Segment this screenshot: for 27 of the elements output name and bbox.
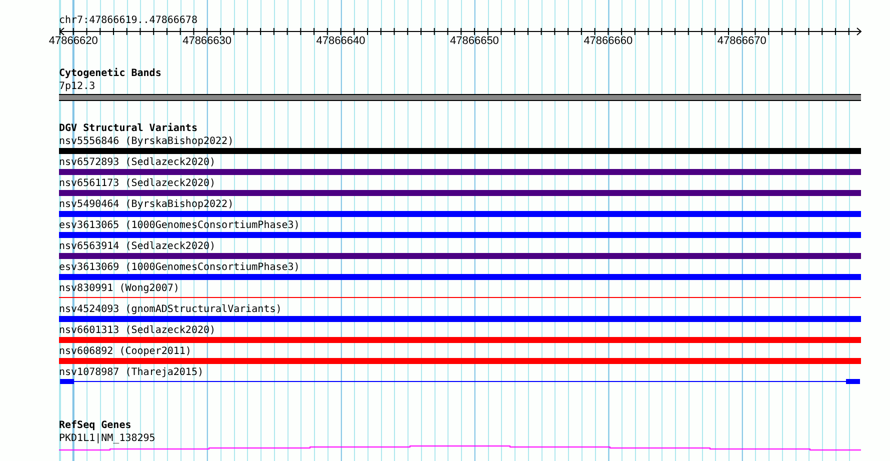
gene-line[interactable] [59,446,861,450]
ruler-label: 47866660 [584,35,633,47]
ruler-label: 47866630 [182,35,232,47]
ruler-label: 47866620 [48,35,98,47]
variant-label: nsv5556846 (ByrskaBishop2022) [59,135,234,148]
variant-label: nsv1078987 (Thareja2015) [59,366,204,379]
variant-label: nsv606892 (Cooper2011) [59,345,192,358]
variant-label: nsv6601313 (Sedlazeck2020) [59,324,216,337]
track-title: RefSeq Genes [59,420,132,432]
variant-label: nsv5490464 (ByrskaBishop2022) [59,198,234,211]
variant-label: esv3613065 (1000GenomesConsortiumPhase3) [59,219,300,232]
gene-label: PKD1L1|NM_138295 [59,432,156,445]
band-bar[interactable] [59,94,861,101]
ruler-label: 47866650 [450,35,499,47]
variant-label: nsv6563914 (Sedlazeck2020) [59,240,216,253]
band-label: 7p12.3 [59,80,96,93]
track-title: DGV Structural Variants [59,123,198,135]
ruler-label: 47866670 [717,35,766,47]
track-title: Cytogenetic Bands [59,68,162,80]
variant-label: nsv6561173 (Sedlazeck2020) [59,177,216,190]
ruler-label: 47866640 [316,35,366,47]
variant-bar[interactable] [60,379,860,384]
variant-label: nsv6572893 (Sedlazeck2020) [59,156,216,169]
variant-label: nsv830991 (Wong2007) [59,282,180,295]
location-label: chr7:47866619..47866678 [59,15,198,27]
variant-label: nsv4524093 (gnomADStructuralVariants) [59,303,282,316]
variant-label: esv3613069 (1000GenomesConsortiumPhase3) [59,261,300,274]
